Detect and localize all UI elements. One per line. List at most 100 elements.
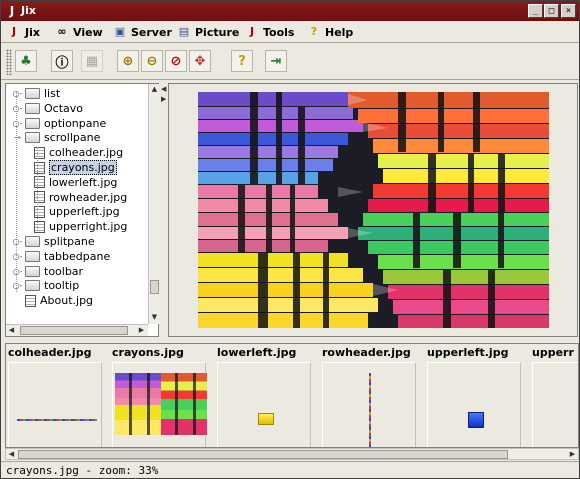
menu-label: Help	[325, 25, 354, 39]
collapse-left-arrow[interactable]: ◀	[161, 85, 166, 93]
server-icon: ▣	[114, 25, 126, 38]
tree-node-label: upperleft.jpg	[49, 205, 120, 219]
scroll-up-arrow[interactable]: ▲	[149, 84, 160, 95]
thumbnail-item[interactable]: rowheader.jpg	[320, 344, 418, 447]
expand-handle-icon[interactable]: ○-	[12, 267, 23, 275]
tree-node-label: colheader.jpg	[49, 146, 124, 160]
tree-horizontal-scrollbar[interactable]: ◀ ▶	[6, 324, 148, 336]
thumbnail-title: lowerleft.jpg	[217, 346, 297, 359]
help-button[interactable]: ?	[231, 50, 253, 72]
tree-folder-node[interactable]: ○- toolbar	[12, 264, 84, 279]
expand-handle-icon[interactable]: ○-	[12, 282, 23, 290]
fit-button[interactable]: ✥	[189, 50, 211, 72]
picture-icon: ▤	[178, 25, 190, 38]
scroll-left-arrow[interactable]: ◀	[6, 449, 17, 460]
folder-icon	[25, 236, 40, 247]
menu-tools[interactable]: J Tools	[245, 24, 295, 40]
expand-handle-icon[interactable]: ○-	[12, 238, 23, 246]
window-title: Jix	[21, 4, 36, 17]
thumbnail-item[interactable]: crayons.jpg	[110, 344, 208, 447]
menu-picture[interactable]: ▤ Picture	[177, 24, 240, 40]
help-icon: ?	[238, 53, 246, 69]
tree-vertical-scrollbar[interactable]: ▲ ▼	[148, 84, 159, 324]
file-tree[interactable]: ○- list ○- Octavo ○- optionpane ⊸ scrollpane col…	[5, 83, 159, 337]
menu-jix[interactable]: J Jix	[7, 24, 40, 40]
folder-icon	[25, 280, 40, 292]
close-button[interactable]: ×	[561, 4, 576, 18]
thumbnail-title: colheader.jpg	[8, 346, 92, 359]
status-text: crayons.jpg - zoom: 33%	[6, 464, 159, 477]
scroll-thumb[interactable]	[18, 450, 508, 459]
tree-file-node[interactable]: rowheader.jpg	[34, 190, 127, 205]
tree-node-label: scrollpane	[44, 131, 101, 145]
fit-icon: ✥	[194, 53, 206, 69]
tree-button[interactable]: ♣	[15, 50, 37, 72]
thumbnail-item[interactable]: lowerleft.jpg	[215, 344, 313, 447]
tree-folder-node[interactable]: ○- splitpane	[12, 234, 95, 249]
thumbnail-item[interactable]: upperleft.jpg	[425, 344, 523, 447]
tree-folder-node[interactable]: ○- list	[12, 86, 61, 101]
tree-folder-node[interactable]: ⊸ scrollpane	[12, 130, 100, 145]
menu-help[interactable]: ? Help	[307, 24, 354, 40]
menu-server[interactable]: ▣ Server	[113, 24, 172, 40]
expand-handle-icon[interactable]: ○-	[12, 90, 23, 98]
tree-file-node[interactable]: upperleft.jpg	[34, 204, 120, 219]
minimize-button[interactable]: _	[528, 4, 543, 18]
expand-handle-icon[interactable]: ○-	[12, 104, 23, 112]
maximize-button[interactable]: □	[544, 4, 559, 18]
scroll-right-arrow[interactable]: ▶	[136, 325, 147, 336]
zoom-in-button[interactable]: ⊕	[117, 50, 139, 72]
expand-right-arrow[interactable]: ▶	[161, 95, 166, 103]
file-icon	[34, 146, 45, 159]
tree-file-node[interactable]: lowerleft.jpg	[34, 175, 117, 190]
zoom-out-button[interactable]: ⊖	[141, 50, 163, 72]
toolbar-grip[interactable]	[6, 49, 12, 75]
tree-node-label: About.jpg	[40, 294, 94, 308]
scroll-right-arrow[interactable]: ▶	[567, 449, 578, 460]
thumbnail-title: upperleft.jpg	[427, 346, 509, 359]
zoom-reset-button[interactable]: ⊘	[165, 50, 187, 72]
tree-folder-node[interactable]: ○- tabbedpane	[12, 249, 111, 264]
crayons-image	[198, 92, 549, 328]
tree-folder-node[interactable]: ○- Octavo	[12, 101, 83, 116]
thumbnail-item[interactable]: colheader.jpg	[6, 344, 104, 447]
scroll-thumb[interactable]	[150, 280, 159, 294]
tree-node-label: splitpane	[44, 235, 95, 248]
binoculars-icon: ∞	[57, 25, 67, 38]
app-icon: J	[9, 4, 15, 18]
tree-guide-line	[37, 147, 38, 231]
title-bar: J Jix _ □ ×	[1, 1, 579, 21]
info-button[interactable]: ⓘ	[51, 50, 73, 72]
tree-guide-line	[16, 92, 17, 292]
thumbnail-scrollbar[interactable]: ◀ ▶	[5, 448, 579, 460]
tree-file-node[interactable]: About.jpg	[12, 293, 93, 308]
vertical-splitter[interactable]: ◀ ▶	[160, 83, 168, 337]
scroll-left-arrow[interactable]: ◀	[6, 325, 17, 336]
server-icon: ▦	[85, 53, 99, 69]
expand-handle-icon[interactable]: ○-	[12, 252, 23, 260]
folder-icon	[25, 88, 40, 99]
tree-file-node[interactable]: crayons.jpg	[34, 160, 117, 175]
scroll-down-arrow[interactable]: ▼	[149, 312, 160, 323]
scroll-thumb[interactable]	[20, 326, 128, 335]
server-button[interactable]: ▦	[81, 50, 103, 72]
tree-folder-node[interactable]: ○- optionpane	[12, 116, 107, 131]
menu-label: Server	[131, 25, 172, 39]
expand-handle-icon[interactable]: ○-	[12, 119, 23, 127]
folder-icon	[25, 265, 40, 277]
file-icon	[34, 161, 45, 174]
folder-icon	[25, 117, 40, 129]
tree-folder-node[interactable]: ○- tooltip	[12, 278, 80, 293]
thumbnail-strip[interactable]: colheader.jpg crayons.jpg lowerleft.jpg row…	[5, 343, 579, 448]
exit-button[interactable]: ⇥	[265, 50, 287, 72]
thumbnail-item[interactable]: upperr	[530, 344, 578, 447]
tree-node-label: list	[44, 87, 61, 100]
collapse-handle-icon[interactable]: ⊸	[12, 134, 23, 142]
tree-file-node[interactable]: colheader.jpg	[34, 145, 123, 160]
menu-view[interactable]: ∞ View	[55, 24, 102, 40]
tree-node-label: rowheader.jpg	[49, 190, 128, 204]
folder-icon	[25, 132, 40, 144]
tree-file-node[interactable]: upperright.jpg	[34, 219, 127, 234]
thumbnail-image	[217, 362, 311, 447]
tree-icon: ♣	[20, 53, 32, 69]
